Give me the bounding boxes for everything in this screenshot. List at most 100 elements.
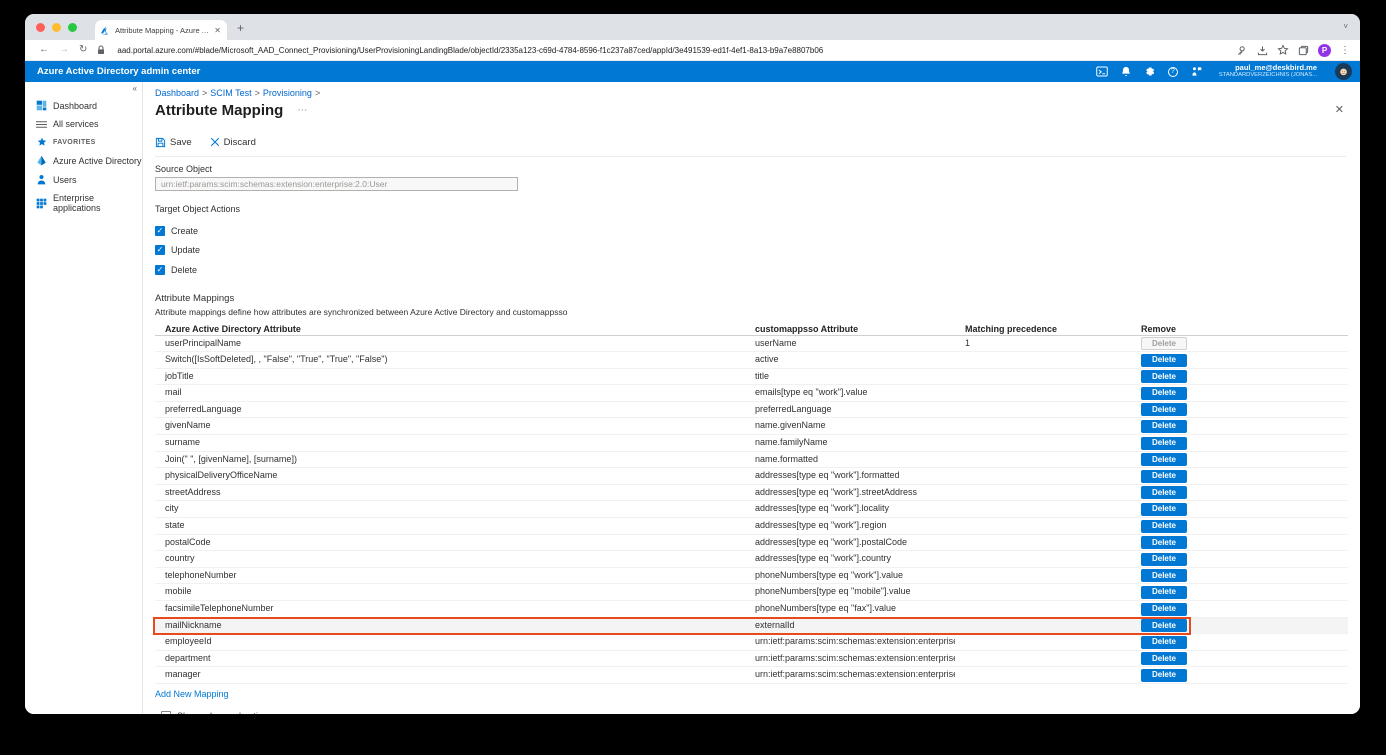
source-attribute[interactable]: city xyxy=(165,501,725,517)
source-attribute[interactable]: givenName xyxy=(165,418,725,434)
action-checkbox-delete[interactable]: ✓ Delete xyxy=(155,260,1346,280)
delete-button[interactable]: Delete xyxy=(1141,635,1187,649)
delete-button[interactable]: Delete xyxy=(1141,419,1187,433)
target-attribute[interactable]: addresses[type eq "work"].formatted xyxy=(755,468,955,484)
sidebar-item-enterprise-applications[interactable]: Enterprise applications xyxy=(25,189,142,217)
source-attribute[interactable]: mobile xyxy=(165,584,725,600)
target-attribute[interactable]: addresses[type eq "work"].locality xyxy=(755,501,955,517)
chevron-down-icon[interactable]: ˅ xyxy=(1343,22,1348,31)
delete-button[interactable]: Delete xyxy=(1141,502,1187,516)
target-attribute[interactable]: name.givenName xyxy=(755,418,955,434)
feedback-icon[interactable] xyxy=(1191,66,1202,77)
gear-icon[interactable] xyxy=(1144,66,1155,77)
target-attribute[interactable]: name.formatted xyxy=(755,452,955,468)
source-attribute[interactable]: physicalDeliveryOfficeName xyxy=(165,468,725,484)
sidebar-item-dashboard[interactable]: Dashboard xyxy=(25,96,142,115)
star-icon[interactable] xyxy=(1277,44,1289,56)
delete-button[interactable]: Delete xyxy=(1141,585,1187,599)
zoom-window-button[interactable] xyxy=(68,22,77,32)
target-attribute[interactable]: phoneNumbers[type eq "work"].value xyxy=(755,568,955,584)
target-attribute[interactable]: addresses[type eq "work"].region xyxy=(755,518,955,534)
target-attribute[interactable]: phoneNumbers[type eq "fax"].value xyxy=(755,601,955,617)
source-attribute[interactable]: jobTitle xyxy=(165,369,725,385)
checkbox-icon[interactable]: ✓ xyxy=(155,225,165,236)
download-icon[interactable] xyxy=(1257,45,1268,56)
tab-switcher-icon[interactable] xyxy=(1298,45,1309,56)
browser-profile-avatar[interactable]: P xyxy=(1318,43,1331,57)
delete-button[interactable]: Delete xyxy=(1141,569,1187,583)
source-attribute[interactable]: postalCode xyxy=(165,535,725,551)
source-attribute[interactable]: state xyxy=(165,518,725,534)
source-object-input[interactable] xyxy=(155,177,518,191)
checkbox-icon[interactable]: ✓ xyxy=(155,245,165,256)
delete-button[interactable]: Delete xyxy=(1141,453,1187,467)
add-new-mapping-link[interactable]: Add New Mapping xyxy=(155,689,229,699)
breadcrumb-link[interactable]: Dashboard xyxy=(155,88,199,98)
sidebar-item-azure-active-directory[interactable]: Azure Active Directory xyxy=(25,151,142,170)
cloud-shell-icon[interactable] xyxy=(1096,66,1108,77)
browser-tab[interactable]: Attribute Mapping - Azure Acti ✕ xyxy=(95,20,227,40)
source-attribute[interactable]: facsimileTelephoneNumber xyxy=(165,601,725,617)
target-attribute[interactable]: name.familyName xyxy=(755,435,955,451)
delete-button[interactable]: Delete xyxy=(1141,337,1187,350)
delete-button[interactable]: Delete xyxy=(1141,469,1187,483)
delete-button[interactable]: Delete xyxy=(1141,536,1187,550)
minimize-window-button[interactable] xyxy=(52,22,61,32)
delete-button[interactable]: Delete xyxy=(1141,353,1187,367)
source-attribute[interactable]: surname xyxy=(165,435,725,451)
checkbox-icon[interactable]: ✓ xyxy=(155,264,165,275)
delete-button[interactable]: Delete xyxy=(1141,486,1187,500)
delete-button[interactable]: Delete xyxy=(1141,519,1187,533)
delete-button[interactable]: Delete xyxy=(1141,602,1187,616)
user-info[interactable]: paul_me@deskbird.me STANDARDVERZEICHNIS … xyxy=(1219,63,1317,79)
target-attribute[interactable]: active xyxy=(755,352,955,368)
source-attribute[interactable]: manager xyxy=(165,667,725,683)
source-attribute[interactable]: Join(" ", [givenName], [surname]) xyxy=(165,452,725,468)
tab-close-icon[interactable]: ✕ xyxy=(214,26,221,35)
source-attribute[interactable]: country xyxy=(165,551,725,567)
source-attribute[interactable]: department xyxy=(165,651,725,667)
new-tab-button[interactable]: + xyxy=(237,21,244,35)
target-attribute[interactable]: urn:ietf:params:scim:schemas:extension:e… xyxy=(755,667,955,683)
back-icon[interactable]: ← xyxy=(39,45,49,55)
target-attribute[interactable]: phoneNumbers[type eq "mobile"].value xyxy=(755,584,955,600)
bell-icon[interactable] xyxy=(1121,66,1131,77)
target-attribute[interactable]: addresses[type eq "work"].postalCode xyxy=(755,535,955,551)
source-attribute[interactable]: preferredLanguage xyxy=(165,402,725,418)
breadcrumb-link[interactable]: Provisioning xyxy=(263,88,312,98)
show-advanced-options[interactable]: Show advanced options xyxy=(161,710,1346,714)
source-attribute[interactable]: Switch([IsSoftDeleted], , "False", "True… xyxy=(165,352,725,368)
target-attribute[interactable]: preferredLanguage xyxy=(755,402,955,418)
target-attribute[interactable]: urn:ietf:params:scim:schemas:extension:e… xyxy=(755,651,955,667)
source-attribute[interactable]: telephoneNumber xyxy=(165,568,725,584)
target-attribute[interactable]: urn:ietf:params:scim:schemas:extension:e… xyxy=(755,634,955,650)
target-attribute[interactable]: emails[type eq "work"].value xyxy=(755,385,955,401)
save-button[interactable]: Save xyxy=(155,137,192,148)
portal-title[interactable]: Azure Active Directory admin center xyxy=(37,66,200,77)
key-icon[interactable] xyxy=(1237,45,1248,56)
source-attribute[interactable]: mail xyxy=(165,385,725,401)
delete-button[interactable]: Delete xyxy=(1141,619,1187,633)
sidebar-item-users[interactable]: Users xyxy=(25,170,142,189)
source-attribute[interactable]: mailNickname xyxy=(165,618,725,634)
title-context-menu-icon[interactable]: ⋯ xyxy=(297,105,308,116)
reload-icon[interactable]: ↻ xyxy=(79,45,87,55)
blade-close-icon[interactable]: ✕ xyxy=(1335,103,1344,116)
delete-button[interactable]: Delete xyxy=(1141,668,1187,682)
delete-button[interactable]: Delete xyxy=(1141,652,1187,666)
target-attribute[interactable]: userName xyxy=(755,336,955,352)
target-attribute[interactable]: externalId xyxy=(755,618,955,634)
menu-dots-icon[interactable]: ⋮ xyxy=(1340,45,1350,56)
delete-button[interactable]: Delete xyxy=(1141,403,1187,417)
help-icon[interactable]: ? xyxy=(1167,66,1178,77)
user-avatar[interactable]: ☻ xyxy=(1335,63,1352,80)
sidebar-item-all-services[interactable]: All services xyxy=(25,115,142,133)
delete-button[interactable]: Delete xyxy=(1141,386,1187,400)
discard-button[interactable]: Discard xyxy=(210,137,256,148)
url-input[interactable]: aad.portal.azure.com/#blade/Microsoft_AA… xyxy=(117,46,1227,55)
source-attribute[interactable]: streetAddress xyxy=(165,485,725,501)
action-checkbox-update[interactable]: ✓ Update xyxy=(155,241,1346,261)
target-attribute[interactable]: addresses[type eq "work"].streetAddress xyxy=(755,485,955,501)
source-attribute[interactable]: employeeId xyxy=(165,634,725,650)
target-attribute[interactable]: title xyxy=(755,369,955,385)
